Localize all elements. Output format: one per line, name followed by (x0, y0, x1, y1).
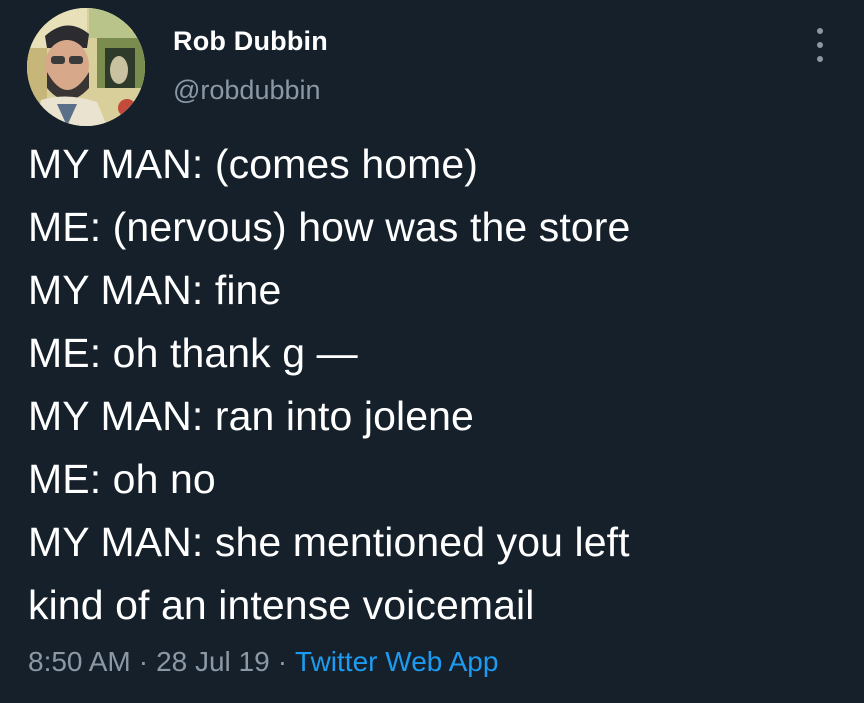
tweet-text-line: MY MAN: ran into jolene (28, 393, 474, 439)
more-options-icon (817, 42, 823, 48)
tweet-text-line: MY MAN: fine (28, 267, 282, 313)
tweet-metadata: 8:50 AM · 28 Jul 19 · Twitter Web App (28, 646, 498, 678)
tweet-text-line: kind of an intense voicemail (28, 582, 535, 628)
tweet-text-line: ME: oh thank g — (28, 330, 358, 376)
tweet-text: MY MAN: (comes home) ME: (nervous) how w… (28, 133, 848, 637)
tweet-text-line: MY MAN: (comes home) (28, 141, 479, 187)
meta-separator: · (277, 646, 288, 677)
author-display-name[interactable]: Rob Dubbin (173, 26, 328, 57)
tweet-date[interactable]: 28 Jul 19 (156, 646, 270, 677)
tweet-time[interactable]: 8:50 AM (28, 646, 131, 677)
tweet-text-line: ME: oh no (28, 456, 216, 502)
tweet-text-line: ME: (nervous) how was the store (28, 204, 631, 250)
author-handle[interactable]: @robdubbin (173, 75, 321, 106)
more-options-button[interactable] (808, 28, 832, 62)
more-options-icon (817, 56, 823, 62)
meta-separator: · (138, 646, 149, 677)
tweet-source-link[interactable]: Twitter Web App (295, 646, 498, 677)
tweet: Rob Dubbin @robdubbin MY MAN: (comes hom… (0, 0, 864, 703)
tweet-text-line: MY MAN: she mentioned you left (28, 519, 630, 565)
user-avatar-illustration-icon (27, 8, 145, 126)
more-options-icon (817, 28, 823, 34)
avatar[interactable] (27, 8, 145, 126)
